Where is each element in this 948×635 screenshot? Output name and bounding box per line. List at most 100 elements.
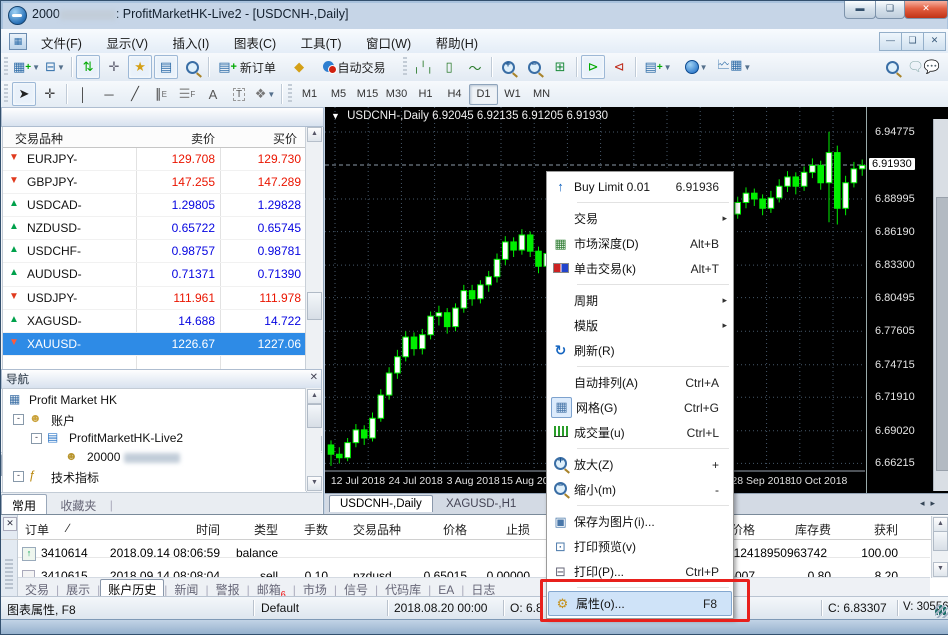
child-close-button[interactable]: ✕ (923, 32, 946, 51)
col-symbol[interactable]: 交易品种 (15, 130, 63, 147)
chart-shift-button[interactable]: ⊲ (607, 55, 631, 79)
market-watch-row[interactable]: ▲XAGUSD-14.68814.722 (3, 310, 306, 333)
scroll-thumb[interactable] (307, 292, 322, 320)
horizontal-line-tool-button[interactable]: ─ (97, 82, 121, 106)
autotrading-button[interactable]: 自动交易 (313, 55, 399, 79)
navigator-toggle-button[interactable]: ★ (128, 55, 152, 79)
close-button[interactable]: ✕ (904, 1, 948, 19)
scroll-thumb[interactable] (936, 197, 948, 471)
scroll-up-icon[interactable]: ▲ (307, 127, 322, 142)
auto-scroll-button[interactable]: ⊳ (581, 55, 605, 79)
market-watch-row[interactable]: ▼XAUUSD-1226.671227.06 (3, 333, 306, 356)
navigator-close-icon[interactable]: ✕ (310, 372, 318, 384)
menu-item-周期[interactable]: 周期▸ (547, 288, 733, 313)
chat-button[interactable]: 🗨︎💬 (906, 55, 941, 79)
child-minimize-button[interactable]: — (879, 32, 902, 51)
menu-insert[interactable]: 插入(I) (163, 29, 220, 56)
navigator-item[interactable]: ▦Profit Market HK (3, 391, 303, 410)
timeframe-d1-button[interactable]: D1 (469, 84, 498, 105)
menu-item-模版[interactable]: 模版▸ (547, 313, 733, 338)
market-watch-row[interactable]: ▲AUDUSD-0.713710.71390 (3, 263, 306, 286)
indicators-button[interactable]: ▤+▼ (640, 55, 676, 79)
text-label-tool-button[interactable]: T (227, 82, 251, 106)
text-tool-button[interactable]: A (201, 82, 225, 106)
menu-tools[interactable]: 工具(T) (291, 29, 352, 56)
zoom-in-button[interactable]: + (496, 55, 520, 79)
metaeditor-button[interactable]: ◆ (287, 55, 311, 79)
menu-item-保存为图片-i----[interactable]: ▣保存为图片(i)... (547, 509, 733, 534)
tab-common[interactable]: 常用 (1, 494, 47, 516)
menu-item-打印预览-v-[interactable]: ⊡打印预览(v) (547, 534, 733, 559)
tile-windows-button[interactable]: ⊞ (548, 55, 572, 79)
navigator-item[interactable]: -▤ProfitMarketHK-Live2 (3, 429, 303, 448)
vertical-line-tool-button[interactable]: │ (71, 82, 95, 106)
shapes-tool-button[interactable]: ❖▼ (253, 82, 277, 106)
terminal-toggle-button[interactable]: ▤ (154, 55, 178, 79)
zoom-out-button[interactable]: − (522, 55, 546, 79)
market-watch-row[interactable]: ▲USDCHF-0.987570.98781 (3, 240, 306, 263)
periods-button[interactable]: ▼ (678, 55, 714, 79)
market-watch-row[interactable]: ▼EURJPY-129.708129.730 (3, 148, 306, 171)
new-order-button[interactable]: ▤+新订单 (213, 55, 285, 79)
menu-item-交易[interactable]: 交易▸ (547, 206, 733, 231)
market-watch-row[interactable]: ▼GBPJPY-147.255147.289 (3, 171, 306, 194)
market-watch-row[interactable]: ▼USDJPY-111.961111.978 (3, 287, 306, 310)
terminal-scrollbar[interactable]: ▲ ▼ (931, 516, 948, 578)
minimize-button[interactable]: ▬ (844, 1, 876, 19)
restore-button[interactable]: ❑ (875, 1, 905, 19)
menu-charts[interactable]: 图表(C) (224, 29, 286, 56)
scroll-thumb[interactable] (933, 531, 948, 551)
crosshair-tool-button[interactable]: ✛ (38, 82, 62, 106)
navigator-item[interactable]: -☻账户 (3, 410, 303, 429)
menu-item-市场深度-d-[interactable]: ▦市场深度(D)Alt+B (547, 231, 733, 256)
candlestick-chart-button[interactable]: ▯ (437, 55, 461, 79)
scroll-down-icon[interactable]: ▼ (307, 476, 322, 491)
menu-item-放大-z-[interactable]: +放大(Z)+ (547, 452, 733, 477)
col-ask[interactable]: 买价 (221, 130, 297, 147)
templates-button[interactable]: 🗠︎▦▼ (716, 55, 752, 79)
menu-item-单击交易-k-[interactable]: 单击交易(k)Alt+T (547, 256, 733, 281)
navigator-item[interactable]: ☻20000 (3, 448, 303, 467)
bar-chart-button[interactable]: ╷╵╷ (411, 55, 435, 79)
navigator-item[interactable]: -ƒ技术指标 (3, 467, 303, 486)
data-window-button[interactable]: ✛ (102, 55, 126, 79)
scroll-down-icon[interactable]: ▼ (933, 562, 948, 577)
tab-favorites[interactable]: 收藏夹 (50, 495, 106, 516)
search-button[interactable] (880, 55, 904, 79)
chart-tab-usdcnh[interactable]: USDCNH-,Daily (329, 495, 433, 512)
menu-help[interactable]: 帮助(H) (426, 29, 488, 56)
timeframe-mn-button[interactable]: MN (527, 84, 556, 105)
timeframe-m1-button[interactable]: M1 (295, 84, 324, 105)
line-chart-button[interactable]: 〜 (463, 55, 487, 79)
market-watch-row[interactable]: ▲USDCAD-1.298051.29828 (3, 194, 306, 217)
scroll-thumb[interactable] (307, 404, 322, 428)
timeframe-w1-button[interactable]: W1 (498, 84, 527, 105)
fibonacci-tool-button[interactable]: ☰F (175, 82, 199, 106)
tree-expander-icon[interactable]: - (13, 414, 24, 425)
menu-file[interactable]: 文件(F) (31, 29, 92, 56)
menu-item-网格-g-[interactable]: ▦网格(G)Ctrl+G (547, 395, 733, 420)
menu-item-成交量-u-[interactable]: 成交量(u)Ctrl+L (547, 420, 733, 445)
trendline-tool-button[interactable]: ╱ (123, 82, 147, 106)
menu-item-buy-limit-0-01[interactable]: ↑Buy Limit 0.016.91936 (547, 174, 733, 199)
chart-tab-xagusd[interactable]: XAGUSD-,H1 (436, 496, 526, 512)
profiles-button[interactable]: ⊟▼ (43, 55, 67, 79)
menu-view[interactable]: 显示(V) (96, 29, 158, 56)
child-restore-button[interactable]: ❑ (901, 32, 924, 51)
chart-scrollbar[interactable] (933, 119, 948, 491)
cursor-tool-button[interactable]: ➤ (12, 82, 36, 106)
market-watch-row[interactable]: ▲NZDUSD-0.657220.65745 (3, 217, 306, 240)
timeframe-h1-button[interactable]: H1 (411, 84, 440, 105)
menu-item-刷新-r-[interactable]: ↻刷新(R) (547, 338, 733, 363)
menu-item-自动排列-a-[interactable]: 自动排列(A)Ctrl+A (547, 370, 733, 395)
resize-grip[interactable] (935, 605, 948, 618)
chart-tab-arrows[interactable]: ◂▸ (920, 498, 941, 509)
timeframe-m15-button[interactable]: M15 (353, 84, 382, 105)
menu-item-缩小-m-[interactable]: −缩小(m)- (547, 477, 733, 502)
strategy-tester-button[interactable] (180, 55, 204, 79)
scroll-up-icon[interactable]: ▲ (307, 389, 322, 404)
market-watch-toggle-button[interactable]: ⇅ (76, 55, 100, 79)
menu-window[interactable]: 窗口(W) (356, 29, 421, 56)
channel-tool-button[interactable]: ∥E (149, 82, 173, 106)
timeframe-h4-button[interactable]: H4 (440, 84, 469, 105)
